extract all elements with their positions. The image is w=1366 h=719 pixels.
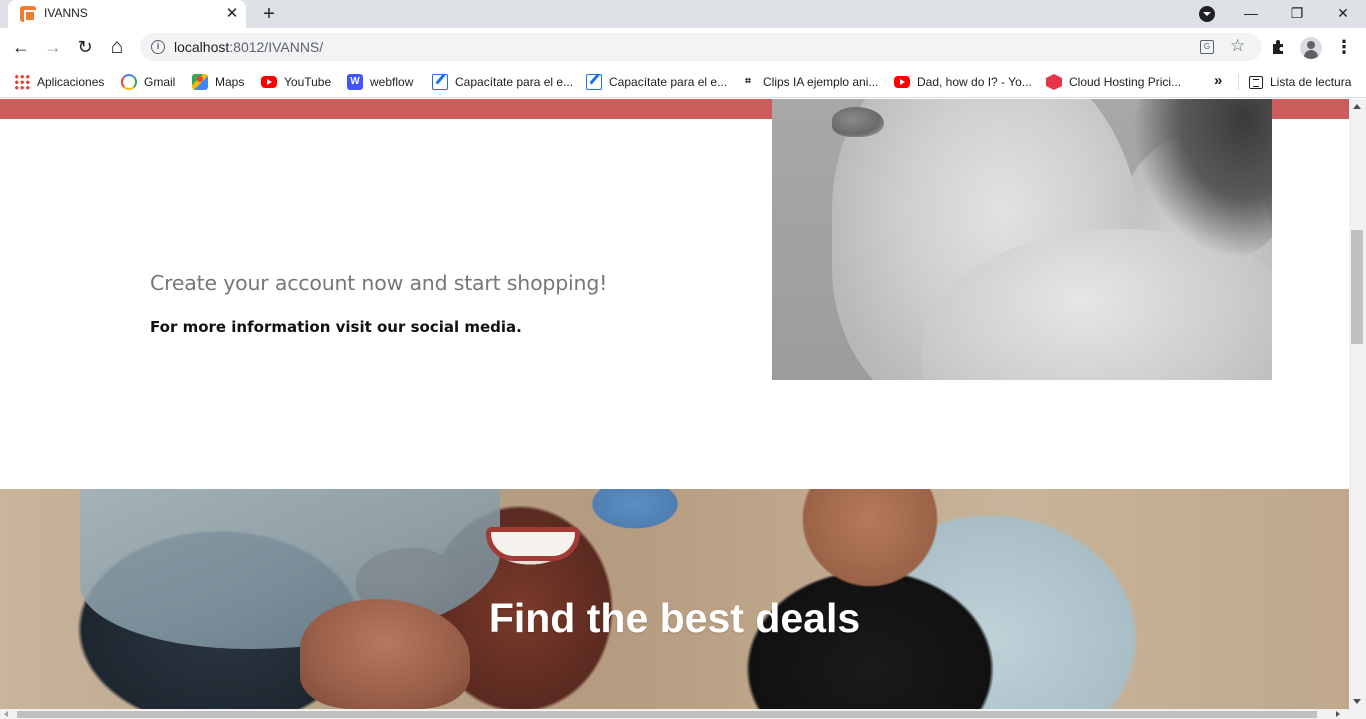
extensions-puzzle-icon[interactable]: [1270, 38, 1288, 56]
webflow-icon: W: [347, 74, 363, 90]
tab-close-icon[interactable]: ✕: [222, 4, 242, 24]
bookmark-capacitate-1[interactable]: Capacítate para el e...: [432, 70, 573, 94]
scroll-thumb[interactable]: [1351, 230, 1363, 344]
url-path: :8012/IVANNS/: [229, 39, 324, 55]
google-icon: [121, 74, 137, 90]
bookmark-label: Maps: [215, 75, 245, 89]
youtube-icon: [261, 76, 277, 88]
bookmark-label: Capacítate para el e...: [609, 75, 728, 89]
bookmark-label: webflow: [370, 75, 414, 89]
reading-list-button[interactable]: Lista de lectura: [1249, 70, 1351, 94]
reading-list-icon: [1249, 75, 1263, 89]
edit-icon: [586, 74, 602, 90]
url-text[interactable]: localhost:8012/IVANNS/: [174, 39, 323, 55]
close-window-button[interactable]: ✕: [1320, 0, 1366, 28]
bookmark-dad-how-do-i[interactable]: Dad, how do I? - Yo...: [894, 70, 1032, 94]
edit-icon: [432, 74, 448, 90]
apps-grid-icon: [14, 74, 30, 90]
bookmark-clips[interactable]: ⌗ Clips IA ejemplo ani...: [740, 70, 878, 94]
bookmarks-bar: Aplicaciones Gmail Maps YouTube W webflo…: [0, 66, 1366, 98]
hero-banner: Find the best deals: [0, 489, 1349, 709]
browser-menu-icon[interactable]: ⋮: [1334, 36, 1354, 58]
bookmark-webflow[interactable]: W webflow: [347, 70, 413, 94]
back-button[interactable]: ←: [8, 34, 34, 60]
bookmark-label: Dad, how do I? - Yo...: [917, 75, 1032, 89]
site-favicon-icon: [20, 6, 36, 22]
bookmark-label: Capacítate para el e...: [455, 75, 574, 89]
bookmark-youtube[interactable]: YouTube: [261, 70, 331, 94]
bookmark-label: Gmail: [144, 75, 176, 89]
scroll-left-icon[interactable]: [4, 711, 8, 717]
hero-title: Find the best deals: [488, 595, 861, 641]
scroll-down-icon[interactable]: [1353, 699, 1361, 704]
minimize-button[interactable]: —: [1228, 0, 1274, 28]
browser-toolbar: ← → ↻ ⌂ i localhost:8012/IVANNS/ G ☆ ⋮: [0, 28, 1366, 66]
cta-heading: Create your account now and start shoppi…: [150, 271, 608, 295]
forward-button[interactable]: →: [40, 34, 66, 60]
cloud-hosting-icon: [1046, 74, 1062, 90]
restore-button[interactable]: ❐: [1274, 0, 1320, 28]
profile-avatar-icon[interactable]: [1300, 37, 1322, 59]
reading-list-label: Lista de lectura: [1270, 75, 1352, 89]
bookmark-label: Aplicaciones: [37, 75, 105, 89]
model-portrait-image: [772, 99, 1272, 380]
youtube-icon: [894, 76, 910, 88]
scroll-right-icon[interactable]: [1336, 711, 1340, 717]
url-host: localhost: [174, 39, 230, 55]
scroll-up-icon[interactable]: [1353, 104, 1361, 109]
horizontal-scrollbar[interactable]: [0, 709, 1366, 719]
bookmark-capacitate-2[interactable]: Capacítate para el e...: [586, 70, 727, 94]
bookmark-label: Cloud Hosting Prici...: [1069, 75, 1182, 89]
site-info-icon[interactable]: i: [151, 40, 165, 54]
tab-search-icon[interactable]: [1199, 6, 1215, 22]
home-button[interactable]: ⌂: [104, 34, 130, 60]
bookmark-label: Clips IA ejemplo ani...: [763, 75, 879, 89]
bookmark-cloud-hosting[interactable]: Cloud Hosting Prici...: [1046, 70, 1181, 94]
bookmark-apps[interactable]: Aplicaciones: [14, 70, 104, 94]
bookmark-gmail[interactable]: Gmail: [121, 70, 175, 94]
browser-tab[interactable]: IVANNS ✕: [8, 0, 246, 28]
horizontal-scroll-thumb[interactable]: [17, 711, 1317, 718]
bookmarks-divider: [1238, 74, 1239, 90]
bookmark-maps[interactable]: Maps: [192, 70, 244, 94]
reload-button[interactable]: ↻: [72, 34, 98, 60]
bookmarks-overflow-icon[interactable]: »: [1214, 70, 1222, 94]
page-viewport: Create your account now and start shoppi…: [0, 99, 1349, 709]
bookmark-star-icon[interactable]: ☆: [1230, 36, 1245, 56]
new-tab-button[interactable]: +: [258, 3, 280, 25]
address-bar[interactable]: i localhost:8012/IVANNS/ G ☆: [140, 33, 1262, 61]
tab-title: IVANNS: [44, 6, 88, 20]
clips-icon: ⌗: [740, 74, 756, 90]
translate-icon[interactable]: G: [1200, 40, 1214, 54]
tab-strip: IVANNS ✕ + — ❐ ✕: [0, 0, 1366, 28]
bookmark-label: YouTube: [284, 75, 332, 89]
vertical-scrollbar[interactable]: [1349, 99, 1366, 709]
maps-icon: [192, 74, 208, 90]
cta-subtitle: For more information visit our social me…: [150, 318, 522, 336]
